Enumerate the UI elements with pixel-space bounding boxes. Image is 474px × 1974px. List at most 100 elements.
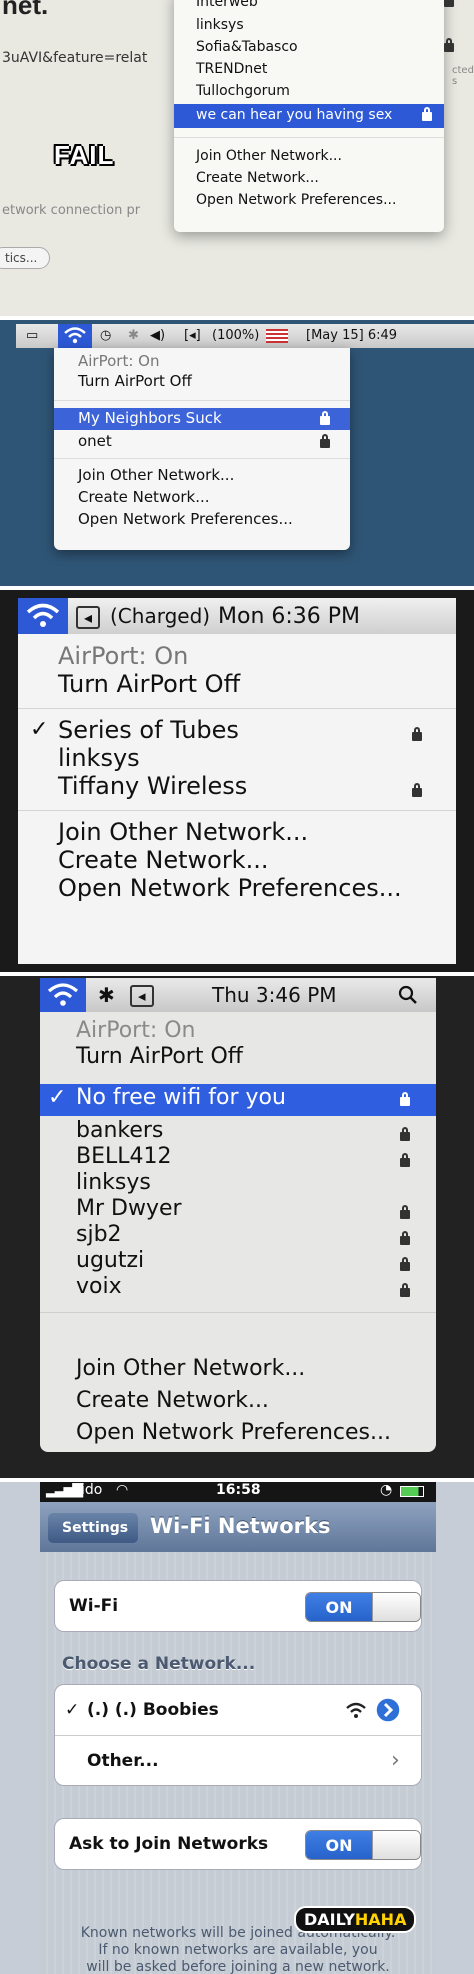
- menubar-clock[interactable]: Thu 3:46 PM: [212, 983, 337, 1007]
- wifi-row: Wi-Fi ON: [55, 1581, 421, 1631]
- turn-airport-off-item[interactable]: Turn AirPort Off: [78, 372, 192, 390]
- selected-network-label: No free wifi for you: [76, 1085, 286, 1110]
- network-row[interactable]: ✓ (.) (.) Boobies: [55, 1685, 421, 1735]
- network-item[interactable]: Series of Tubes: [58, 716, 239, 744]
- network-item[interactable]: Tullochgorum: [196, 83, 290, 99]
- join-other-network-item[interactable]: Join Other Network...: [76, 1356, 305, 1381]
- neighbors-panel: ▭ ◷ ✱ ◀) [◂] (100%) [May 15] 6:49 AirPor…: [0, 318, 474, 588]
- wifi-dropdown-menu: AirPort: On Turn AirPort Off My Neighbor…: [54, 348, 350, 550]
- network-item[interactable]: sjb2: [76, 1222, 122, 1247]
- create-network-item[interactable]: Create Network...: [78, 488, 210, 506]
- join-other-network-item[interactable]: Join Other Network...: [58, 818, 308, 846]
- network-item[interactable]: bankers: [76, 1118, 163, 1143]
- other-network-row[interactable]: Other... ›: [55, 1736, 421, 1786]
- selected-network-label: we can hear you having sex: [196, 107, 393, 123]
- menu-divider: [40, 1312, 436, 1313]
- menubar-clock[interactable]: Mon 6:36 PM: [218, 604, 360, 629]
- volume-icon[interactable]: ◀): [150, 328, 165, 343]
- menu-bar: ✱ ◂ Thu 3:46 PM: [40, 978, 436, 1012]
- selected-network-item[interactable]: we can hear you having sex: [174, 104, 444, 128]
- battery-status: (Charged): [110, 604, 211, 628]
- lock-icon: [444, 38, 454, 52]
- network-item[interactable]: voix: [76, 1274, 122, 1299]
- network-item[interactable]: linksys: [76, 1170, 151, 1195]
- open-network-preferences-item[interactable]: Open Network Preferences...: [76, 1420, 391, 1445]
- network-item[interactable]: Mr Dwyer: [76, 1196, 182, 1221]
- join-other-network-item[interactable]: Join Other Network...: [196, 148, 342, 164]
- create-network-item[interactable]: Create Network...: [76, 1388, 269, 1413]
- settings-back-button[interactable]: Settings: [48, 1513, 139, 1543]
- network-item[interactable]: onet: [78, 432, 338, 450]
- network-item[interactable]: Interweb: [196, 0, 454, 10]
- status-clock: 16:58: [216, 1482, 261, 1498]
- logo-suffix: HAHA: [354, 1910, 407, 1929]
- time-machine-icon[interactable]: ◷: [100, 328, 111, 343]
- turn-airport-off-item[interactable]: Turn AirPort Off: [58, 670, 240, 698]
- bluetooth-icon[interactable]: ✱: [98, 983, 115, 1007]
- no-free-wifi-panel: ✱ ◂ Thu 3:46 PM AirPort: On Turn AirPort…: [0, 974, 474, 1480]
- lock-icon: [412, 727, 422, 741]
- network-label: linksys: [196, 17, 244, 33]
- network-label: Interweb: [196, 0, 258, 10]
- open-network-preferences-item[interactable]: Open Network Preferences...: [78, 510, 293, 528]
- other-label: Other...: [87, 1751, 159, 1771]
- battery-icon[interactable]: ◂: [130, 985, 154, 1007]
- wifi-icon: [47, 983, 79, 1006]
- network-list-group: ✓ (.) (.) Boobies Other... ›: [54, 1684, 422, 1786]
- spotlight-search-icon[interactable]: [398, 985, 418, 1005]
- menu-divider: [174, 137, 444, 138]
- open-network-preferences-item[interactable]: Open Network Preferences...: [58, 874, 402, 902]
- selected-network-item[interactable]: ✓ No free wifi for you: [40, 1084, 436, 1116]
- wifi-strength-icon: [346, 1702, 366, 1718]
- battery-icon[interactable]: ◂: [76, 606, 101, 629]
- selected-network-item[interactable]: My Neighbors Suck: [54, 408, 350, 430]
- join-other-network-item[interactable]: Join Other Network...: [78, 466, 234, 484]
- chevron-right-icon: ›: [391, 1748, 400, 1773]
- network-item[interactable]: linksys: [58, 744, 140, 772]
- wifi-menu-extra[interactable]: [40, 978, 86, 1012]
- wifi-dropdown-menu: AirPort: On Turn AirPort Off ✓ No free w…: [40, 1012, 436, 1452]
- network-label: Tullochgorum: [196, 83, 290, 99]
- footer-line: If no known networks are available, you: [98, 1942, 378, 1958]
- wifi-icon: [64, 327, 86, 344]
- navigation-bar: Settings Wi-Fi Networks: [40, 1502, 436, 1552]
- menu-divider: [54, 458, 350, 459]
- network-item[interactable]: Sofia&Tabasco: [196, 38, 454, 55]
- wifi-menu-extra[interactable]: [58, 324, 92, 348]
- fail-caption: FAIL: [54, 140, 115, 170]
- wifi-toggle[interactable]: ON: [305, 1592, 421, 1622]
- ask-to-join-label: Ask to Join Networks: [69, 1834, 269, 1854]
- lock-icon: [422, 107, 432, 121]
- checkmark-icon: ✓: [65, 1700, 80, 1720]
- network-item[interactable]: BELL412: [76, 1144, 172, 1169]
- lock-icon: [444, 0, 454, 7]
- panel-divider: [0, 1478, 474, 1482]
- network-item[interactable]: Tiffany Wireless: [58, 772, 247, 800]
- network-item[interactable]: TRENDnet: [196, 61, 267, 77]
- ask-to-join-toggle[interactable]: ON: [305, 1830, 421, 1860]
- url-fragment: 3uAVI&feature=relat: [2, 50, 148, 66]
- turn-airport-off-item[interactable]: Turn AirPort Off: [76, 1044, 243, 1069]
- lock-icon: [400, 1205, 410, 1219]
- network-item[interactable]: ugutzi: [76, 1248, 144, 1273]
- menu-divider: [54, 400, 350, 401]
- network-item[interactable]: linksys: [196, 17, 244, 33]
- lock-icon: [400, 1153, 410, 1167]
- panel-divider: [0, 972, 474, 976]
- detail-disclosure-icon[interactable]: [375, 1697, 401, 1723]
- flag-icon[interactable]: [266, 329, 288, 343]
- network-label: TRENDnet: [196, 61, 268, 77]
- bluetooth-icon[interactable]: ✱: [128, 328, 139, 343]
- open-network-preferences-item[interactable]: Open Network Preferences...: [196, 192, 396, 208]
- statistics-button[interactable]: tics...: [0, 247, 51, 269]
- panel-divider: [0, 316, 474, 320]
- create-network-item[interactable]: Create Network...: [58, 846, 268, 874]
- wifi-menu-extra[interactable]: [18, 598, 68, 634]
- battery-icon[interactable]: [◂]: [184, 328, 201, 343]
- menubar-clock[interactable]: [May 15] 6:49: [306, 328, 397, 343]
- connection-text: etwork connection pr: [2, 203, 141, 218]
- create-network-item[interactable]: Create Network...: [196, 170, 319, 186]
- lock-icon: [400, 1257, 410, 1271]
- toggle-on-label: ON: [306, 1593, 372, 1621]
- display-icon[interactable]: ▭: [26, 328, 38, 343]
